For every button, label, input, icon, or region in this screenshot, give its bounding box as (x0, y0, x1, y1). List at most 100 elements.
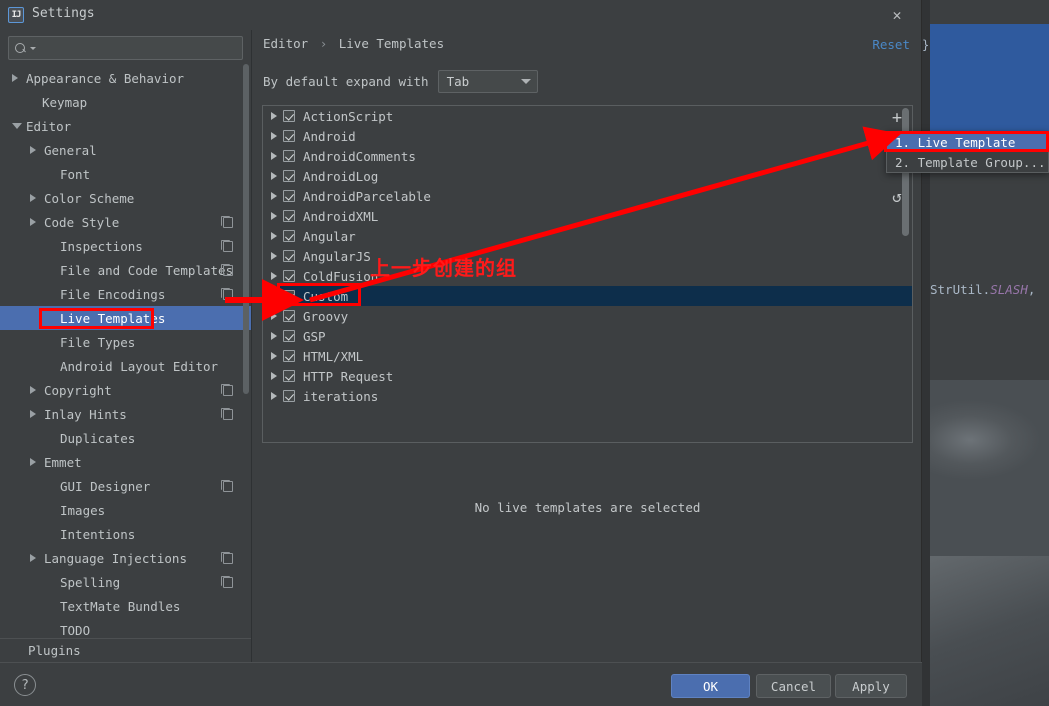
sidebar-item-code-style[interactable]: Code Style (0, 210, 251, 234)
cancel-button[interactable]: Cancel (756, 674, 831, 698)
template-group-checkbox[interactable] (283, 290, 295, 302)
sidebar-item-file-encodings[interactable]: File Encodings (0, 282, 251, 306)
sidebar-item-appearance-behavior[interactable]: Appearance & Behavior (0, 66, 251, 90)
template-group-checkbox[interactable] (283, 330, 295, 342)
chevron-right-icon[interactable] (30, 554, 36, 562)
sidebar-item-keymap[interactable]: Keymap (0, 90, 251, 114)
chevron-right-icon[interactable] (30, 410, 36, 418)
template-group-row[interactable]: HTTP Request (263, 366, 912, 386)
sidebar-item-textmate-bundles[interactable]: TextMate Bundles (0, 594, 251, 618)
sidebar-item-plugins[interactable]: Plugins (0, 638, 251, 662)
copy-settings-icon[interactable] (221, 551, 233, 564)
template-group-row[interactable]: AndroidLog (263, 166, 912, 186)
template-group-checkbox[interactable] (283, 210, 295, 222)
revert-button[interactable]: ↺ (884, 183, 910, 209)
template-group-row[interactable]: AngularJS (263, 246, 912, 266)
popup-item-template-group[interactable]: 2. Template Group... (887, 152, 1048, 172)
template-group-checkbox[interactable] (283, 390, 295, 402)
sidebar-item-android-layout-editor[interactable]: Android Layout Editor (0, 354, 251, 378)
template-group-checkbox[interactable] (283, 170, 295, 182)
template-group-row[interactable]: HTML/XML (263, 346, 912, 366)
chevron-right-icon[interactable] (30, 146, 36, 154)
copy-settings-icon[interactable] (221, 239, 233, 252)
chevron-right-icon[interactable] (30, 218, 36, 226)
sidebar-item-emmet[interactable]: Emmet (0, 450, 251, 474)
copy-settings-icon[interactable] (221, 263, 233, 276)
sidebar-item-inspections[interactable]: Inspections (0, 234, 251, 258)
template-group-row[interactable]: Android (263, 126, 912, 146)
template-group-checkbox[interactable] (283, 270, 295, 282)
sidebar-item-file-types[interactable]: File Types (0, 330, 251, 354)
chevron-right-icon[interactable] (271, 372, 277, 380)
copy-settings-icon[interactable] (221, 215, 233, 228)
copy-settings-icon[interactable] (221, 287, 233, 300)
template-group-checkbox[interactable] (283, 370, 295, 382)
sidebar-item-copyright[interactable]: Copyright (0, 378, 251, 402)
ok-button[interactable]: OK (671, 674, 750, 698)
sidebar-item-gui-designer[interactable]: GUI Designer (0, 474, 251, 498)
sidebar-item-images[interactable]: Images (0, 498, 251, 522)
apply-button[interactable]: Apply (835, 674, 907, 698)
template-group-row[interactable]: AndroidXML (263, 206, 912, 226)
copy-settings-icon[interactable] (221, 407, 233, 420)
template-group-row[interactable]: GSP (263, 326, 912, 346)
chevron-right-icon[interactable] (271, 392, 277, 400)
template-group-checkbox[interactable] (283, 130, 295, 142)
chevron-right-icon[interactable] (30, 458, 36, 466)
template-group-checkbox[interactable] (283, 230, 295, 242)
chevron-right-icon[interactable] (30, 386, 36, 394)
sidebar-scrollbar-thumb[interactable] (243, 64, 249, 394)
sidebar-item-live-templates[interactable]: Live Templates (0, 306, 251, 330)
chevron-right-icon[interactable] (271, 152, 277, 160)
chevron-down-icon[interactable] (12, 123, 22, 129)
chevron-right-icon[interactable] (271, 352, 277, 360)
copy-settings-icon[interactable] (221, 383, 233, 396)
sidebar-item-editor[interactable]: Editor (0, 114, 251, 138)
template-group-checkbox[interactable] (283, 190, 295, 202)
template-group-row[interactable]: ColdFusion (263, 266, 912, 286)
chevron-right-icon[interactable] (271, 332, 277, 340)
chevron-right-icon[interactable] (271, 112, 277, 120)
sidebar-item-file-and-code-templates[interactable]: File and Code Templates (0, 258, 251, 282)
chevron-right-icon[interactable] (271, 212, 277, 220)
add-template-button[interactable]: + (884, 105, 910, 131)
chevron-right-icon[interactable] (271, 132, 277, 140)
chevron-right-icon[interactable] (30, 194, 36, 202)
chevron-right-icon[interactable] (271, 272, 277, 280)
chevron-right-icon[interactable] (271, 252, 277, 260)
sidebar-item-language-injections[interactable]: Language Injections (0, 546, 251, 570)
chevron-right-icon[interactable] (271, 172, 277, 180)
breadcrumb-root[interactable]: Editor (263, 36, 308, 51)
copy-settings-icon[interactable] (221, 479, 233, 492)
template-group-checkbox[interactable] (283, 250, 295, 262)
copy-settings-icon[interactable] (221, 575, 233, 588)
close-icon[interactable]: ✕ (885, 4, 909, 26)
template-group-row[interactable]: iterations (263, 386, 912, 406)
sidebar-item-spelling[interactable]: Spelling (0, 570, 251, 594)
template-group-row[interactable]: AndroidComments (263, 146, 912, 166)
template-group-row[interactable]: Custom (263, 286, 912, 306)
template-group-row[interactable]: Groovy (263, 306, 912, 326)
search-input[interactable] (36, 40, 236, 56)
template-group-checkbox[interactable] (283, 350, 295, 362)
template-group-row[interactable]: ActionScript (263, 106, 912, 126)
template-group-row[interactable]: AndroidParcelable (263, 186, 912, 206)
template-group-checkbox[interactable] (283, 310, 295, 322)
sidebar-item-inlay-hints[interactable]: Inlay Hints (0, 402, 251, 426)
sidebar-item-duplicates[interactable]: Duplicates (0, 426, 251, 450)
popup-item-live-template[interactable]: 1. Live Template (887, 132, 1048, 152)
template-group-row[interactable]: Angular (263, 226, 912, 246)
search-box[interactable] (8, 36, 243, 60)
reset-link[interactable]: Reset (872, 37, 910, 52)
sidebar-item-general[interactable]: General (0, 138, 251, 162)
sidebar-item-intentions[interactable]: Intentions (0, 522, 251, 546)
expand-with-select[interactable]: Tab (437, 70, 538, 93)
chevron-right-icon[interactable] (271, 232, 277, 240)
help-button[interactable]: ? (14, 674, 36, 696)
sidebar-item-font[interactable]: Font (0, 162, 251, 186)
template-group-checkbox[interactable] (283, 150, 295, 162)
chevron-right-icon[interactable] (12, 74, 18, 82)
chevron-right-icon[interactable] (271, 312, 277, 320)
sidebar-item-color-scheme[interactable]: Color Scheme (0, 186, 251, 210)
chevron-right-icon[interactable] (271, 192, 277, 200)
